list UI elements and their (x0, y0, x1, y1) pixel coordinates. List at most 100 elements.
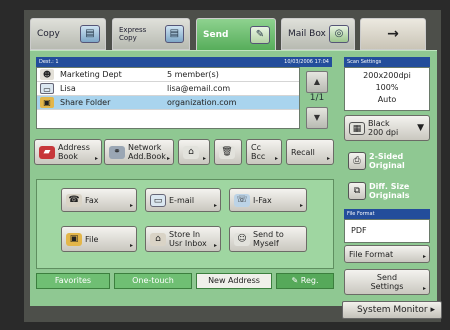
send-to-myself-button[interactable]: ☺ Send to Myself (229, 226, 307, 252)
device-bezel-right (441, 0, 450, 330)
file-format-section: File Format PDF (344, 209, 430, 243)
destination-name: Lisa (60, 84, 76, 93)
email-icon: ▭ (150, 193, 166, 207)
destination-detail: lisa@email.com (167, 84, 231, 93)
device-bezel-left (0, 0, 24, 330)
destination-header: Dest.: 1 10/03/2006 17:04 (36, 57, 332, 67)
mailbox-icon: ◎ (329, 25, 349, 43)
device-bezel-bottom (0, 322, 450, 330)
register-button[interactable]: ✎ Reg. (276, 273, 334, 289)
fax-label: Fax (85, 195, 99, 205)
fax-button[interactable]: ☎ Fax ▸ (61, 188, 137, 212)
destination-list: ☻ Marketing Dept 5 member(s) ▭ Lisa lisa… (36, 67, 300, 129)
scroll-down-button[interactable]: ▼ (306, 107, 328, 129)
address-book-button[interactable]: ▰ Address Book ▸ (34, 139, 102, 165)
express-copy-icon: ▤ (164, 25, 184, 43)
scroll-up-button[interactable]: ▲ (306, 71, 328, 93)
tab-send[interactable]: Send ✎ (196, 18, 276, 52)
two-sided-label: 2-Sided Original (369, 152, 405, 170)
recall-label: Recall (291, 147, 315, 157)
diff-size-icon: ⧉ (348, 182, 366, 200)
touch-screen: Copy ▤ Express Copy ▤ Send ✎ Mail Box ◎ … (24, 10, 442, 322)
two-sided-original-button[interactable]: ⎙ 2-Sided Original (344, 149, 430, 173)
tab-label: Express Copy (119, 26, 147, 42)
mode-value: Auto (377, 95, 397, 104)
date-time: 10/03/2006 17:04 (284, 59, 329, 65)
store-in-user-inbox-button[interactable]: ⌂ Store In Usr Inbox ▸ (145, 226, 221, 252)
send-icon: ✎ (250, 26, 270, 44)
details-icon: ⌂ (183, 145, 199, 159)
ifax-label: I-Fax (253, 195, 272, 205)
send-settings-button[interactable]: Send Settings ▸ (344, 269, 430, 295)
file-label: File (85, 234, 99, 244)
list-item[interactable]: ▭ Lisa lisa@email.com (37, 82, 299, 96)
store-in-user-inbox-label: Store In Usr Inbox (169, 230, 207, 248)
page-indicator: 1/1 (309, 93, 325, 103)
system-monitor-label: System Monitor (356, 305, 428, 315)
file-format-button[interactable]: File Format ▸ (344, 245, 430, 263)
network-address-book-button[interactable]: ⚭ Network Add.Book ▸ (104, 139, 174, 165)
tab-express-copy[interactable]: Express Copy ▤ (112, 18, 190, 50)
recall-button[interactable]: Recall ▸ (286, 139, 334, 165)
list-item[interactable]: ▣ Share Folder organization.com (37, 96, 299, 110)
send-panel: Dest.: 1 10/03/2006 17:04 ☻ Marketing De… (30, 50, 437, 306)
address-book-label: Address Book (58, 143, 90, 161)
email-button[interactable]: ▭ E-mail ▸ (145, 188, 221, 212)
folder-icon: ▣ (40, 97, 54, 108)
send-to-myself-label: Send to Myself (253, 230, 284, 248)
zoom-value: 100% (375, 83, 399, 92)
tab-label: Mail Box (288, 29, 326, 39)
diff-size-originals-button[interactable]: ⧉ Diff. Size Originals (344, 179, 430, 203)
scan-settings-header: Scan Settings (344, 57, 430, 67)
group-icon: ☻ (40, 69, 54, 80)
ifax-button[interactable]: ☏ I-Fax ▸ (229, 188, 307, 212)
file-format-header: File Format (344, 209, 430, 219)
diff-size-label: Diff. Size Originals (369, 182, 410, 200)
tab-label: Send (203, 30, 229, 40)
color-mode-dropdown[interactable]: ▦ Black 200 dpi ▼ (344, 115, 430, 141)
file-button[interactable]: ▣ File ▸ (61, 226, 137, 252)
list-item[interactable]: ☻ Marketing Dept 5 member(s) (37, 68, 299, 82)
send-type-panel: ☎ Fax ▸ ▭ E-mail ▸ ☏ I-Fax ▸ ▣ File ▸ ⌂ (36, 179, 334, 269)
file-format-label: File Format (349, 249, 394, 259)
cc-bcc-label: Cc Bcc (251, 143, 266, 161)
arrow-right-icon: → (387, 26, 399, 42)
send-settings-label: Send Settings (370, 273, 404, 291)
email-label: E-mail (169, 195, 195, 205)
delete-button[interactable]: 🗑 (214, 139, 242, 165)
destination-detail: organization.com (167, 98, 237, 107)
color-dpi-value: 200 dpi (368, 128, 399, 137)
tab-one-touch[interactable]: One-touch (114, 273, 192, 289)
scan-settings-box[interactable]: 200x200dpi 100% Auto (344, 67, 430, 111)
scan-settings: Scan Settings 200x200dpi 100% Auto (344, 57, 430, 111)
email-icon: ▭ (40, 83, 54, 94)
tab-copy[interactable]: Copy ▤ (30, 18, 106, 50)
chevron-down-icon: ▼ (417, 123, 424, 133)
details-button[interactable]: ⌂ ▸ (178, 139, 210, 165)
register-label: Reg. (300, 276, 319, 285)
address-book-icon: ▰ (39, 145, 55, 159)
folder-icon: ▣ (66, 232, 82, 246)
arrow-right-button[interactable]: → (360, 18, 426, 50)
cc-bcc-button[interactable]: Cc Bcc ▸ (246, 139, 282, 165)
trash-icon: 🗑 (219, 145, 235, 159)
inbox-icon: ⌂ (150, 232, 166, 246)
device-bezel-top (0, 0, 450, 10)
pencil-icon: ✎ (291, 276, 301, 285)
tab-mail-box[interactable]: Mail Box ◎ (281, 18, 355, 50)
network-icon: ⚭ (109, 145, 125, 159)
network-address-book-label: Network Add.Book (128, 143, 166, 161)
document-icon: ▦ (349, 121, 365, 135)
file-format-value: PDF (344, 219, 430, 243)
destination-name: Share Folder (60, 98, 111, 107)
myself-icon: ☺ (234, 232, 250, 246)
tab-new-address[interactable]: New Address (196, 273, 272, 289)
destination-count: Dest.: 1 (39, 59, 59, 65)
system-monitor-button[interactable]: System Monitor ▸ (342, 301, 442, 319)
tab-favorites[interactable]: Favorites (36, 273, 110, 289)
destination-name: Marketing Dept (60, 70, 122, 79)
ifax-icon: ☏ (234, 193, 250, 207)
copy-icon: ▤ (80, 25, 100, 43)
destination-detail: 5 member(s) (167, 70, 219, 79)
color-mode-value: Black (368, 119, 390, 128)
